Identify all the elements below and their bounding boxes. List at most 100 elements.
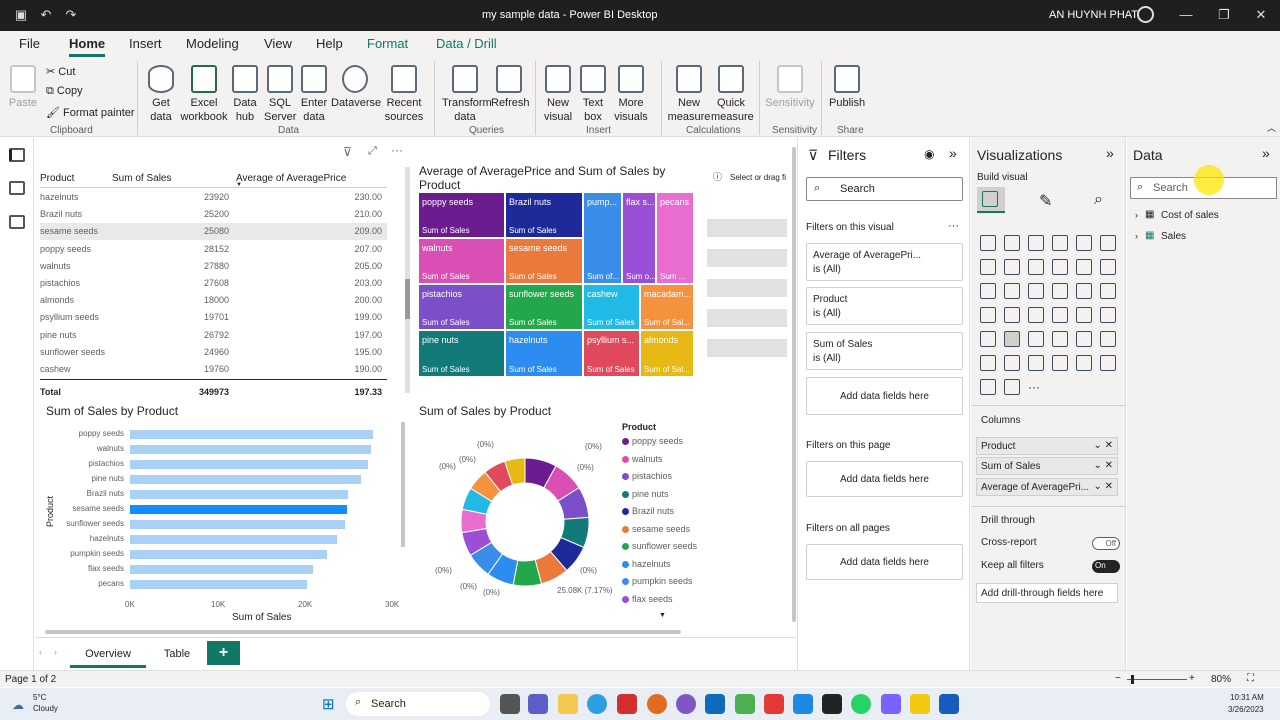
table-row[interactable]: Brazil nuts 25200 210.00 — [40, 206, 387, 223]
collapse-viz-icon[interactable]: » — [1106, 145, 1114, 161]
excel-workbook-button[interactable]: Excel workbook — [180, 65, 228, 124]
visual-type-icon[interactable] — [1100, 307, 1116, 323]
col-sum-sales[interactable]: Sum of Sales — [112, 173, 171, 184]
powerbi-icon[interactable] — [910, 694, 930, 714]
windows-icon[interactable]: ⊞ — [322, 695, 335, 713]
visual-type-icon[interactable] — [1028, 235, 1044, 251]
transform-data-button[interactable]: Transform data — [442, 65, 492, 124]
bar[interactable] — [130, 430, 374, 439]
build-visual-tab[interactable] — [977, 187, 1005, 213]
bar-chart-visual[interactable]: Sum of Sales by Product Product poppy se… — [35, 402, 407, 632]
col-avg-price[interactable]: Average of AveragePrice — [236, 173, 346, 184]
close-icon[interactable]: ✕ — [1252, 6, 1270, 24]
add-page-filter[interactable]: Add data fields here — [806, 461, 963, 497]
taskbar-search[interactable]: ⌕ Search — [346, 692, 490, 716]
paste-button[interactable]: Paste — [8, 65, 38, 110]
fit-page-icon[interactable]: ⛶ — [1247, 673, 1254, 684]
app-icon[interactable] — [881, 694, 901, 714]
visual-type-icon[interactable] — [980, 379, 996, 395]
new-measure-button[interactable]: New measure — [667, 65, 711, 124]
bar[interactable] — [130, 490, 348, 499]
collapse-filters-icon[interactable]: » — [949, 145, 957, 161]
visual-type-icon[interactable] — [1076, 235, 1092, 251]
filter-card[interactable]: Sum of Sales is (All) — [806, 332, 963, 370]
treemap-tile[interactable]: macadam... Sum of Sal... — [640, 284, 694, 330]
legend-scroll-icon[interactable]: ▼ — [659, 612, 666, 619]
visual-type-icon[interactable] — [980, 283, 996, 299]
word-icon[interactable] — [939, 694, 959, 714]
well-avg-price[interactable]: Average of AveragePri... ⌄ ✕ — [976, 478, 1118, 496]
treemap-visual[interactable]: Average of AveragePrice and Sum of Sales… — [415, 157, 795, 397]
collapse-ribbon-icon[interactable]: ︿ — [1267, 121, 1276, 134]
legend-item[interactable]: flax seeds — [622, 594, 673, 604]
expand-icon[interactable]: › — [1135, 210, 1138, 220]
visual-type-icon[interactable] — [980, 355, 996, 371]
avatar[interactable] — [1137, 6, 1154, 23]
report-view-icon[interactable] — [9, 148, 25, 162]
visual-type-icon[interactable] — [1028, 331, 1044, 347]
table-row[interactable]: walnuts 27880 205.00 — [40, 258, 387, 275]
outlook-icon[interactable] — [705, 694, 725, 714]
treemap-tile[interactable]: sunflower seeds Sum of Sales — [505, 284, 583, 330]
visual-type-icon[interactable] — [1076, 331, 1092, 347]
treemap-tile[interactable]: hazelnuts Sum of Sales — [505, 330, 583, 377]
model-view-icon[interactable] — [9, 215, 25, 229]
add-page-button[interactable]: + — [207, 641, 240, 665]
legend-item[interactable]: walnuts — [622, 454, 663, 464]
filter-icon[interactable]: ⊽ — [343, 145, 352, 159]
treemap-tile[interactable]: psyllium s... Sum of Sales — [583, 330, 640, 377]
expand-icon[interactable]: › — [1135, 231, 1138, 241]
maximize-icon[interactable]: ❐ — [1215, 6, 1233, 24]
visual-type-icon[interactable] — [980, 331, 996, 347]
refresh-button[interactable]: Refresh — [491, 65, 530, 110]
bar-scrollbar[interactable] — [401, 422, 405, 547]
visual-type-icon[interactable] — [1052, 331, 1068, 347]
table-row[interactable]: pine nuts 26792 197.00 — [40, 327, 387, 344]
visual-type-icon[interactable] — [1052, 259, 1068, 275]
bar[interactable] — [130, 535, 337, 544]
sql-server-button[interactable]: SQL Server — [264, 65, 296, 124]
table-row[interactable]: sunflower seeds 24960 195.00 — [40, 344, 387, 361]
tab-view[interactable]: View — [264, 36, 292, 51]
visual-type-icon[interactable] — [1004, 259, 1020, 275]
visual-type-icon[interactable] — [1052, 355, 1068, 371]
teams-icon[interactable] — [528, 694, 548, 714]
visual-type-icon[interactable] — [1004, 379, 1020, 395]
filters-search-input[interactable]: ⌕ Search — [806, 177, 963, 201]
treemap-tile[interactable]: pecans Sum ... — [656, 192, 694, 284]
treemap-tile[interactable]: cashew Sum of Sales — [583, 284, 640, 330]
recent-sources-button[interactable]: Recent sources — [382, 65, 426, 124]
legend-item[interactable]: sunflower seeds — [622, 541, 697, 551]
visual-type-icon[interactable] — [1100, 235, 1116, 251]
add-visual-filter[interactable]: Add data fields here — [806, 377, 963, 415]
bar[interactable] — [130, 550, 327, 559]
visual-type-icon[interactable] — [1100, 355, 1116, 371]
treemap-tile[interactable]: pistachios Sum of Sales — [418, 284, 505, 330]
add-all-filter[interactable]: Add data fields here — [806, 544, 963, 580]
get-data-button[interactable]: Get data — [146, 65, 176, 124]
remove-icon[interactable]: ⌄ ✕ — [1093, 440, 1113, 451]
tab-help[interactable]: Help — [316, 36, 343, 51]
legend-item[interactable]: hazelnuts — [622, 559, 671, 569]
remove-icon[interactable]: ⌄ ✕ — [1093, 481, 1113, 492]
visual-type-icon[interactable] — [1100, 283, 1116, 299]
bar[interactable] — [130, 520, 346, 529]
more-visuals-button[interactable]: More visuals — [610, 65, 652, 124]
well-product[interactable]: Product ⌄ ✕ — [976, 437, 1118, 455]
cross-report-toggle[interactable]: Off — [1092, 537, 1120, 550]
tab-insert[interactable]: Insert — [129, 36, 162, 51]
visual-type-icon[interactable] — [1004, 307, 1020, 323]
file-explorer-icon[interactable] — [558, 694, 578, 714]
table-row[interactable]: cashew 19760 190.00 — [40, 361, 387, 378]
minimize-icon[interactable]: — — [1177, 6, 1195, 24]
more-options-icon[interactable]: ··· — [391, 143, 403, 157]
visual-type-icon[interactable] — [1052, 283, 1068, 299]
visual-type-icon[interactable] — [980, 307, 996, 323]
visual-type-icon[interactable] — [1052, 235, 1068, 251]
treemap-tile[interactable]: sesame seeds Sum of Sales — [505, 238, 583, 284]
canvas-vscrollbar[interactable] — [792, 147, 796, 622]
acrobat-icon[interactable] — [617, 694, 637, 714]
treemap-tile[interactable]: pine nuts Sum of Sales — [418, 330, 505, 377]
tab-data-drill[interactable]: Data / Drill — [436, 36, 497, 51]
remove-icon[interactable]: ⌄ ✕ — [1093, 460, 1113, 471]
